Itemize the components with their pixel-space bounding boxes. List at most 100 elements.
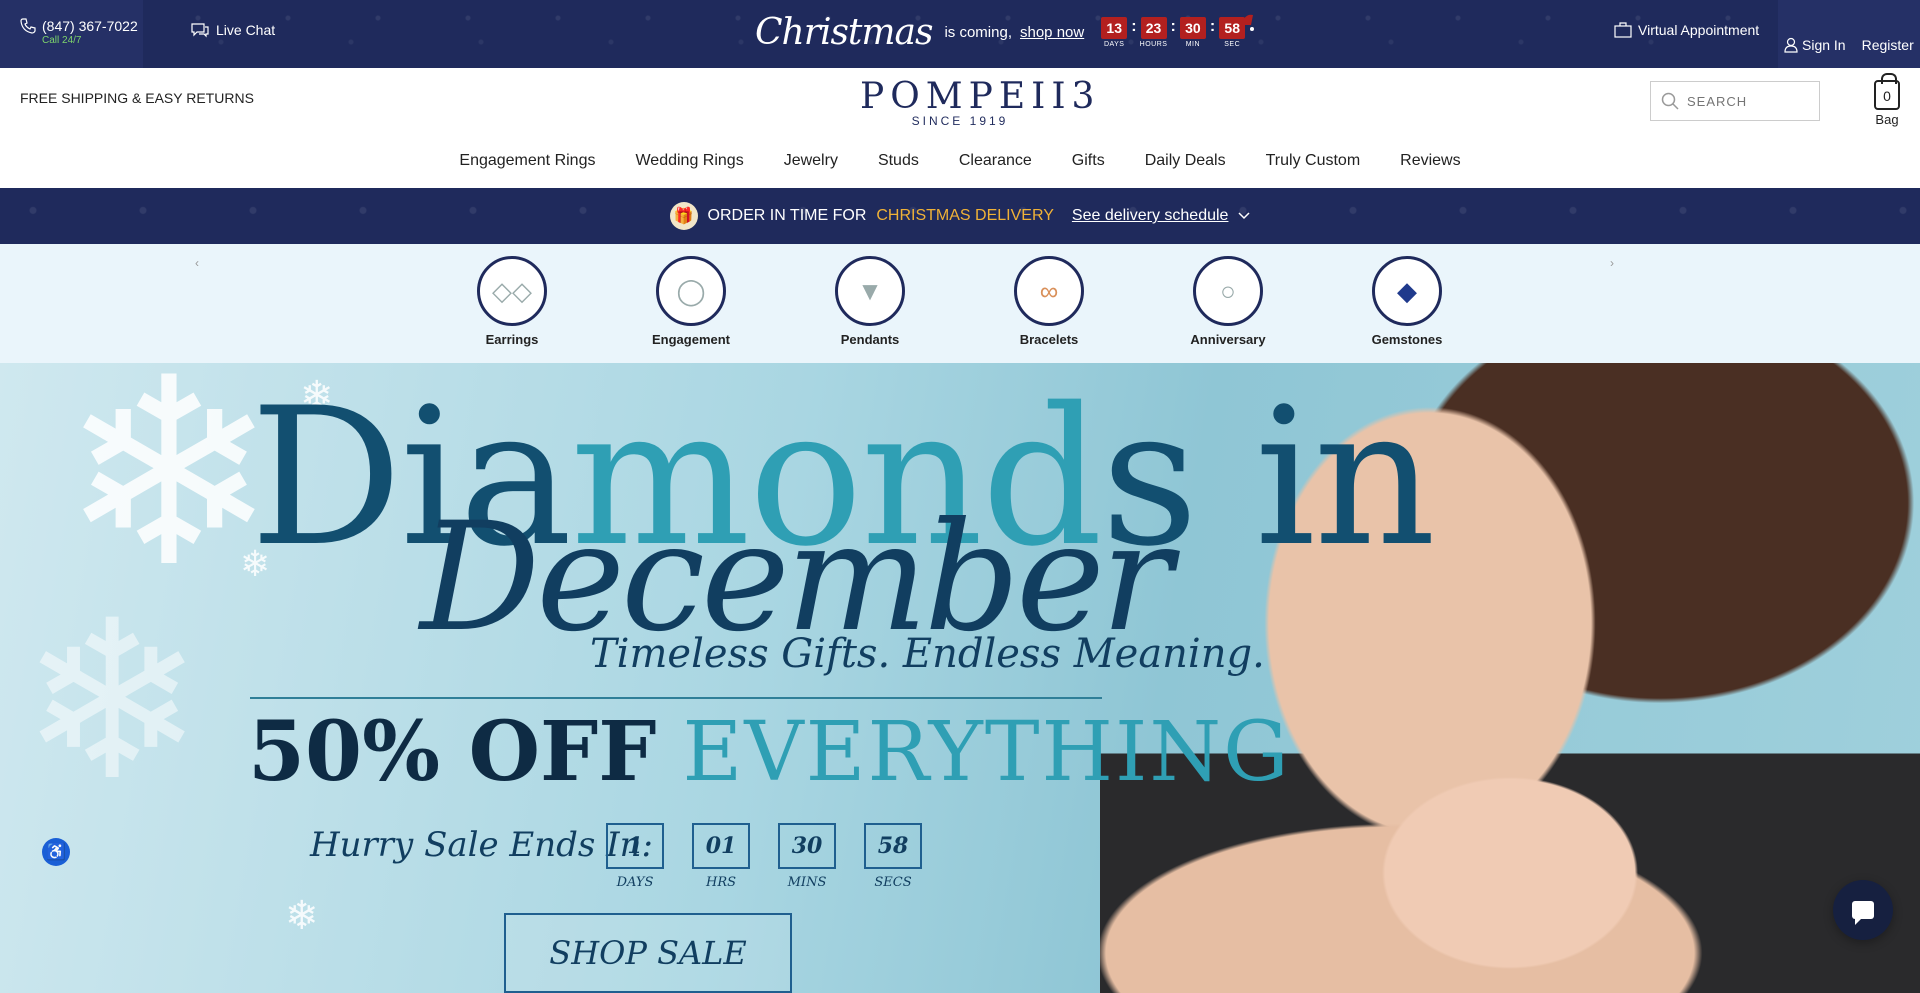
phone-block[interactable]: (847) 367-7022 Call 24/7 [0, 0, 143, 68]
category-anniversary[interactable]: ○ Anniversary [1158, 256, 1298, 347]
phone-row: (847) 367-7022 [20, 18, 143, 34]
phone-number[interactable]: (847) 367-7022 [42, 18, 138, 34]
prev-arrow-icon[interactable]: ‹ [195, 256, 199, 270]
site-header: FREE SHIPPING & EASY RETURNS POMPEII3 SI… [0, 68, 1920, 188]
snowflake-icon: ❄ [20, 578, 205, 824]
category-engagement[interactable]: ◯ Engagement [621, 256, 761, 347]
nav-daily-deals[interactable]: Daily Deals [1145, 152, 1226, 170]
countdown-label: MIN [1185, 41, 1201, 48]
countdown-label: SECS [874, 875, 912, 890]
category-bracelets[interactable]: ∞ Bracelets [979, 256, 1119, 347]
countdown-label: DAYS [1103, 41, 1125, 48]
gemstone-icon: ◆ [1372, 256, 1442, 326]
hero-tagline: Timeless Gifts. Endless Meaning. [590, 631, 1265, 677]
site-logo[interactable]: POMPEII3 SINCE 1919 [860, 76, 1101, 128]
sign-in-link[interactable]: Sign In [1784, 22, 1846, 68]
top-bar: (847) 367-7022 Call 24/7 Live Chat Chris… [0, 0, 1920, 68]
search-input[interactable] [1687, 93, 1807, 109]
sale-countdown-hrs: 01 HRS [692, 823, 750, 890]
chat-widget-button[interactable] [1833, 880, 1893, 940]
nav-truly-custom[interactable]: Truly Custom [1266, 152, 1361, 170]
category-gemstones[interactable]: ◆ Gemstones [1337, 256, 1477, 347]
nav-engagement-rings[interactable]: Engagement Rings [459, 152, 595, 170]
search-box[interactable] [1650, 81, 1820, 121]
sign-in-label: Sign In [1802, 37, 1846, 53]
hurry-text: Hurry Sale Ends In: [310, 825, 653, 865]
category-label: Earrings [485, 332, 539, 347]
category-label: Engagement [651, 332, 730, 347]
accessibility-icon[interactable]: ♿ [42, 838, 70, 866]
gift-icon: 🎁 [669, 202, 698, 230]
countdown-days: 13 DAYS [1100, 17, 1128, 48]
live-chat-label: Live Chat [216, 22, 276, 38]
bag-icon: 0 [1874, 73, 1900, 110]
user-icon [1784, 37, 1798, 53]
countdown-label: HRS [705, 875, 737, 890]
live-chat-link[interactable]: Live Chat [190, 22, 275, 38]
pendant-icon: ▼ [835, 256, 905, 326]
sale-countdown-secs: 58 SECS [864, 823, 922, 890]
category-earrings[interactable]: ◇◇ Earrings [442, 256, 582, 347]
sale-countdown-days: 1 DAYS [606, 823, 664, 890]
sale-countdown-mins: 30 MINS [778, 823, 836, 890]
delivery-schedule-link[interactable]: See delivery schedule [1072, 207, 1229, 225]
countdown-value: 30 [778, 823, 836, 869]
phone-sub: Call 24/7 [42, 35, 82, 46]
countdown-value: 23 [1140, 17, 1167, 39]
santa-hat-icon [1241, 14, 1255, 31]
category-label: Gemstones [1371, 332, 1443, 347]
band-icon: ○ [1193, 256, 1263, 326]
ring-icon: ◯ [656, 256, 726, 326]
delivery-highlight: CHRISTMAS DELIVERY [876, 207, 1054, 224]
next-arrow-icon[interactable]: › [1610, 256, 1614, 270]
category-label: Bracelets [1019, 332, 1079, 347]
nav-wedding-rings[interactable]: Wedding Rings [635, 152, 743, 170]
countdown-label: MINS [787, 875, 827, 890]
countdown-separator: : [1170, 18, 1176, 35]
nav-reviews[interactable]: Reviews [1400, 152, 1460, 170]
main-nav: Engagement Rings Wedding Rings Jewelry S… [0, 152, 1920, 170]
chat-bubble-icon [1852, 901, 1874, 925]
bag-count: 0 [1883, 88, 1891, 104]
delivery-text: ORDER IN TIME FOR [707, 207, 867, 224]
countdown-label: DAYS [616, 875, 654, 890]
countdown-value: 01 [692, 823, 750, 869]
nav-clearance[interactable]: Clearance [959, 152, 1032, 170]
register-link[interactable]: Register [1862, 22, 1914, 68]
nav-studs[interactable]: Studs [878, 152, 919, 170]
nav-gifts[interactable]: Gifts [1072, 152, 1105, 170]
virtual-appointment-link[interactable]: Virtual Appointment [1614, 22, 1759, 38]
category-strip: ‹ ◇◇ Earrings ◯ Engagement ▼ Pendants ∞ … [0, 244, 1920, 363]
christmas-promo[interactable]: Christmas is coming, shop now 13 DAYS : 2… [755, 12, 1255, 53]
chevron-down-icon[interactable] [1238, 212, 1250, 220]
shopping-bag[interactable]: 0 Bag [1867, 73, 1907, 127]
shop-sale-button[interactable]: SHOP SALE [504, 913, 792, 993]
category-label: Anniversary [1190, 332, 1266, 347]
phone-icon [20, 18, 36, 34]
search-icon[interactable] [1661, 92, 1679, 110]
countdown-value: 1 [606, 823, 664, 869]
category-pendants[interactable]: ▼ Pendants [800, 256, 940, 347]
offer-everything: EVERYTHING [682, 705, 1291, 800]
category-label: Pendants [840, 332, 900, 347]
countdown-label: SEC [1224, 41, 1241, 48]
chat-icon [191, 23, 209, 38]
shop-now-link[interactable]: shop now [1020, 24, 1084, 41]
briefcase-icon [1614, 22, 1632, 38]
countdown-value: 13 [1101, 17, 1128, 39]
countdown-value: 30 [1179, 17, 1206, 39]
nav-jewelry[interactable]: Jewelry [784, 152, 838, 170]
free-shipping-text: FREE SHIPPING & EASY RETURNS [20, 90, 254, 106]
delivery-banner: 🎁 ORDER IN TIME FOR CHRISTMAS DELIVERY S… [0, 188, 1920, 244]
christmas-text: Christmas [755, 12, 933, 53]
logo-name: POMPEII3 [860, 76, 1101, 117]
countdown-min: 30 MIN [1179, 17, 1207, 48]
model-hand [1340, 743, 1670, 993]
is-coming-text: is coming, [944, 24, 1012, 41]
offer-percent: 50% OFF [248, 704, 657, 800]
countdown-value: 58 [864, 823, 922, 869]
countdown-separator: : [1209, 18, 1216, 35]
hero-divider [250, 697, 1102, 699]
hero-banner[interactable]: ❄ ❄ ❄ ❄ ❄ Diamonds in December Timeless … [0, 363, 1920, 993]
hero-offer: 50% OFF EVERYTHING [248, 711, 1291, 794]
